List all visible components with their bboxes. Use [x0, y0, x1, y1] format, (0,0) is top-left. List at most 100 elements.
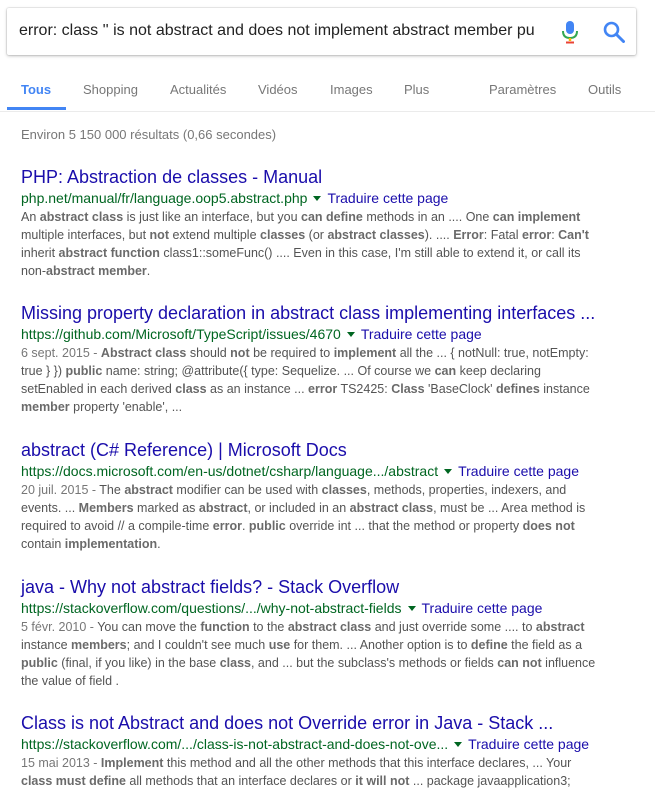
snippet-date: 6 sept. 2015 - [21, 346, 101, 360]
magnifier-icon[interactable] [603, 21, 625, 43]
snippet-highlight: abstract member [46, 264, 147, 278]
result-stats: Environ 5 150 000 résultats (0,66 second… [21, 127, 277, 142]
snippet-text: marked as [133, 501, 199, 515]
translate-link[interactable]: Traduire cette page [422, 600, 543, 616]
snippet-text: is just like an interface, but you [123, 210, 302, 224]
snippet-line: An abstract class is just like an interf… [21, 208, 621, 226]
snippet-highlight: Can't [558, 228, 589, 242]
snippet-text: true } }) [21, 364, 66, 378]
snippet-text: this method and all the other methods th… [163, 756, 572, 770]
snippet-text: class1::someFunc() .... Even in this cas… [159, 246, 581, 260]
snippet-highlight: can implement [492, 210, 581, 224]
snippet-highlight: abstract class [349, 501, 434, 515]
result-snippet: 20 juil. 2015 - The abstract modifier ca… [21, 481, 621, 553]
active-tab-indicator [7, 107, 66, 110]
snippet-highlight: abstract [124, 483, 173, 497]
tab-settings[interactable]: Paramètres [489, 82, 556, 97]
snippet-date: 20 juil. 2015 - [21, 483, 100, 497]
snippet-highlight: Abstract class [100, 346, 187, 360]
snippet-text: name: string; @attribute({ type: Sequeli… [102, 364, 435, 378]
snippet-highlight: abstract class [287, 620, 372, 634]
snippet-highlight: abstract [198, 501, 248, 515]
dropdown-caret-icon[interactable] [444, 468, 453, 474]
snippet-text: all the ... { notNull: true, notEmpty: [396, 346, 589, 360]
snippet-line: 15 mai 2013 - Implement this method and … [21, 754, 621, 772]
snippet-text: , and ... but the subclass's methods or … [250, 656, 498, 670]
snippet-highlight: can [434, 364, 457, 378]
tab-images[interactable]: Images [330, 82, 373, 97]
snippet-text: non- [21, 264, 47, 278]
search-result: java - Why not abstract fields? - Stack … [21, 576, 621, 690]
tab-all[interactable]: Tous [21, 82, 51, 97]
result-title[interactable]: Missing property declaration in abstract… [21, 302, 621, 324]
snippet-text: : Fatal [483, 228, 523, 242]
result-title[interactable]: java - Why not abstract fields? - Stack … [21, 576, 621, 598]
snippet-line: events. ... Members marked as abstract, … [21, 499, 621, 517]
search-result: abstract (C# Reference) | Microsoft Docs… [21, 439, 621, 553]
snippet-text: , or included in an [247, 501, 350, 515]
tab-shopping[interactable]: Shopping [83, 82, 138, 97]
snippet-highlight: Members [78, 501, 134, 515]
result-url: php.net/manual/fr/language.oop5.abstract… [21, 190, 308, 206]
search-result: PHP: Abstraction de classes - Manual php… [21, 166, 621, 280]
snippet-highlight: Implement [100, 756, 164, 770]
snippet-text: events. ... [21, 501, 79, 515]
dropdown-caret-icon[interactable] [313, 195, 322, 201]
snippet-highlight: abstract function [58, 246, 160, 260]
snippet-highlight: class [219, 656, 251, 670]
dropdown-caret-icon[interactable] [454, 741, 463, 747]
result-title[interactable]: abstract (C# Reference) | Microsoft Docs [21, 439, 621, 461]
snippet-text: instance [21, 638, 72, 652]
snippet-text: as an instance ... [206, 382, 309, 396]
translate-link[interactable]: Traduire cette page [458, 463, 579, 479]
result-url: https://stackoverflow.com/.../class-is-n… [21, 736, 449, 752]
result-snippet: An abstract class is just like an interf… [21, 208, 621, 280]
translate-link[interactable]: Traduire cette page [468, 736, 589, 752]
result-url: https://stackoverflow.com/questions/.../… [21, 600, 402, 616]
snippet-date: 5 févr. 2010 - [21, 620, 98, 634]
tab-videos[interactable]: Vidéos [258, 82, 298, 97]
snippet-text: inherit [21, 246, 59, 260]
result-url: https://github.com/Microsoft/TypeScript/… [21, 326, 341, 342]
snippet-line: 20 juil. 2015 - The abstract modifier ca… [21, 481, 621, 499]
snippet-line: member property 'enable', ... [21, 398, 621, 416]
snippet-highlight: members [71, 638, 127, 652]
result-title[interactable]: Class is not Abstract and does not Overr… [21, 712, 621, 734]
dropdown-caret-icon[interactable] [407, 605, 416, 611]
snippet-highlight: can not [497, 656, 542, 670]
result-title[interactable]: PHP: Abstraction de classes - Manual [21, 166, 621, 188]
dropdown-caret-icon[interactable] [346, 331, 355, 337]
snippet-line: 6 sept. 2015 - Abstract class should not… [21, 344, 621, 362]
snippet-text: influence [541, 656, 596, 670]
result-snippet: 15 mai 2013 - Implement this method and … [21, 754, 621, 790]
snippet-text: 'BaseClock' [424, 382, 497, 396]
snippet-line: setEnabled in each derived class as an i… [21, 380, 621, 398]
tab-more[interactable]: Plus [404, 82, 429, 97]
tab-news[interactable]: Actualités [170, 82, 226, 97]
snippet-text: instance [539, 382, 590, 396]
snippet-highlight: class [175, 382, 207, 396]
snippet-line: non-abstract member. [21, 262, 621, 280]
snippet-highlight: use [268, 638, 291, 652]
snippet-text: modifier can be used with [172, 483, 322, 497]
snippet-highlight: public [21, 656, 58, 670]
result-url-line: https://stackoverflow.com/.../class-is-n… [21, 735, 621, 753]
search-input[interactable] [19, 19, 537, 43]
snippet-highlight: defines [496, 382, 540, 396]
snippet-text: methods in an .... One [362, 210, 493, 224]
snippet-highlight: Class [391, 382, 425, 396]
translate-link[interactable]: Traduire cette page [361, 326, 482, 342]
tabs-divider [0, 111, 655, 112]
snippet-text: (final, if you like) in the base [57, 656, 220, 670]
result-url-line: https://stackoverflow.com/questions/.../… [21, 599, 621, 617]
result-snippet: 5 févr. 2010 - You can move the function… [21, 618, 621, 690]
snippet-highlight: not [149, 228, 169, 242]
tab-tools[interactable]: Outils [588, 82, 621, 97]
translate-link[interactable]: Traduire cette page [327, 190, 448, 206]
microphone-icon[interactable] [560, 20, 580, 44]
search-result: Missing property declaration in abstract… [21, 302, 621, 416]
snippet-highlight: function [200, 620, 250, 634]
snippet-line: required to avoid // a compile-time erro… [21, 517, 621, 535]
snippet-text: required to avoid // a compile-time [21, 519, 213, 533]
snippet-text: , methods, properties, indexers, and [366, 483, 567, 497]
